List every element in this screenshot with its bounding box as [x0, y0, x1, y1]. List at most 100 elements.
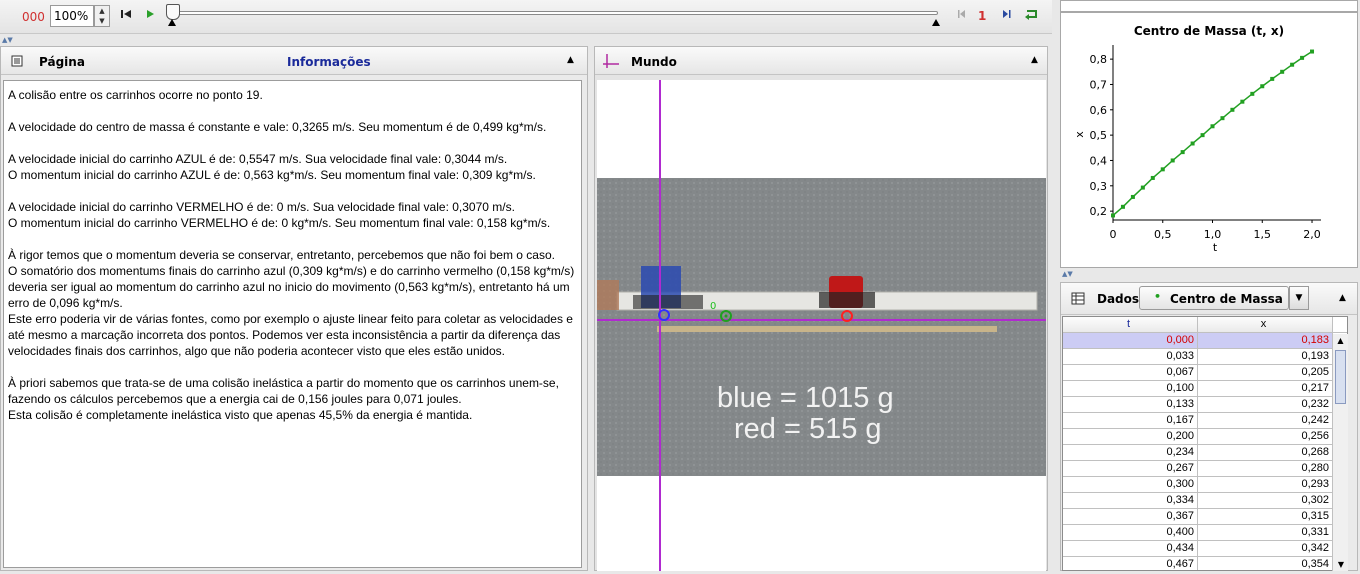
table-body: 0,000 0,183 0,033 0,193 0,067 0,205 0,100 0,217…	[1063, 333, 1347, 570]
table-row[interactable]: 0,067 0,205	[1063, 365, 1347, 381]
column-header-x[interactable]: x	[1198, 317, 1333, 332]
start-marker-icon[interactable]	[168, 19, 176, 26]
y-tick-label: 0,8	[1090, 53, 1108, 66]
cell-t: 0,000	[1063, 333, 1198, 348]
cell-x: 0,293	[1198, 477, 1333, 492]
table-row[interactable]: 0,334 0,302	[1063, 493, 1347, 509]
dropdown-arrow-icon[interactable]: ▼	[1289, 286, 1309, 310]
table-row[interactable]: 0,367 0,315	[1063, 509, 1347, 525]
rewind-icon	[121, 10, 131, 18]
table-row[interactable]: 0,167 0,242	[1063, 413, 1347, 429]
table-row[interactable]: 0,467 0,354	[1063, 557, 1347, 570]
cell-t: 0,300	[1063, 477, 1198, 492]
data-point	[1290, 62, 1295, 67]
y-tick-label: 0,3	[1090, 180, 1108, 193]
cell-x: 0,342	[1198, 541, 1333, 556]
data-point	[1230, 107, 1235, 112]
video-slider-thumb[interactable]	[166, 4, 180, 20]
data-point	[1310, 49, 1315, 54]
zoom-field[interactable]: 100%	[50, 5, 94, 27]
data-point	[1210, 124, 1215, 129]
series-line	[1112, 50, 1313, 217]
data-point	[1150, 175, 1155, 180]
cell-x: 0,205	[1198, 365, 1333, 380]
table-row[interactable]: 0,300 0,293	[1063, 477, 1347, 493]
table-row[interactable]: 0,400 0,331	[1063, 525, 1347, 541]
video-canvas[interactable]: 0 blue = 1015 g red = 515 g	[597, 80, 1046, 571]
table-row[interactable]: 0,200 0,256	[1063, 429, 1347, 445]
table-row[interactable]: 0,267 0,280	[1063, 461, 1347, 477]
loop-button[interactable]	[1024, 8, 1040, 24]
video-text-blue: blue = 1015 g	[717, 382, 894, 414]
end-marker-icon[interactable]	[932, 19, 940, 26]
chart-panel[interactable]: Centro de Massa (t, x) 0 0,5 1,0 1,5 2,0 0,2 0,…	[1060, 12, 1358, 268]
cell-t: 0,033	[1063, 349, 1198, 364]
step-back-button[interactable]	[954, 8, 970, 24]
spinner-down-icon[interactable]: ▼	[95, 16, 109, 26]
marker-label: 0	[710, 301, 716, 312]
table-row[interactable]: 0,234 0,268	[1063, 445, 1347, 461]
x-axis-label: t	[1213, 241, 1218, 254]
chart-canvas[interactable]: Centro de Massa (t, x) 0 0,5 1,0 1,5 2,0 0,2 0,…	[1061, 13, 1357, 267]
split-arrows[interactable]: ▲▼	[1060, 270, 1358, 278]
table-row[interactable]: 0,133 0,232	[1063, 397, 1347, 413]
track-dropdown[interactable]: • Centro de Massa	[1139, 286, 1289, 310]
table-row[interactable]: 0,033 0,193	[1063, 349, 1347, 365]
y-tick-label: 0,7	[1090, 78, 1108, 91]
cell-t: 0,434	[1063, 541, 1198, 556]
spinner-up-icon[interactable]: ▲	[95, 6, 109, 16]
step-back-icon	[958, 10, 965, 18]
data-point	[1270, 76, 1275, 81]
play-button[interactable]	[142, 8, 158, 24]
table-scrollbar[interactable]: ▲ ▼	[1332, 334, 1348, 571]
cell-t: 0,334	[1063, 493, 1198, 508]
y-axis-label: x	[1073, 131, 1086, 138]
cell-x: 0,232	[1198, 397, 1333, 412]
data-table[interactable]: t x 0,000 0,183 0,033 0,193 0,067 0,205 0,100 0…	[1062, 316, 1348, 571]
table-row[interactable]: 0,000 0,183	[1063, 333, 1347, 349]
info-paragraph: Esta colisão é completamente inelástica …	[8, 408, 473, 422]
tab-informacoes[interactable]: Informações	[287, 55, 371, 69]
data-point	[1111, 213, 1115, 218]
info-paragraph: A colisão entre os carrinhos ocorre no p…	[8, 88, 263, 102]
step-size[interactable]: 1	[978, 9, 986, 23]
y-tick-label: 0,5	[1090, 129, 1108, 142]
data-point	[1160, 167, 1165, 172]
zoom-spinner[interactable]: ▲ ▼	[94, 5, 110, 27]
track-dot-icon: •	[1154, 290, 1162, 303]
table-row[interactable]: 0,100 0,217	[1063, 381, 1347, 397]
x-tick-label: 2,0	[1303, 228, 1321, 241]
collapse-icon[interactable]: ▲	[1031, 55, 1038, 65]
cell-x: 0,217	[1198, 381, 1333, 396]
rewind-button[interactable]	[118, 8, 134, 24]
data-point	[1220, 116, 1225, 121]
world-panel-title: Mundo	[631, 55, 677, 69]
video-slider-track[interactable]	[172, 11, 938, 15]
cell-x: 0,354	[1198, 557, 1333, 570]
track-dropdown-value: Centro de Massa	[1170, 292, 1283, 306]
split-arrows[interactable]	[594, 36, 1048, 44]
ruler	[657, 326, 997, 332]
info-paragraph: À rigor temos que o momentum deveria se …	[8, 248, 555, 262]
scroll-thumb[interactable]	[1335, 350, 1346, 404]
info-text-area[interactable]: A colisão entre os carrinhos ocorre no p…	[3, 80, 582, 568]
info-paragraph: À priori sabemos que trata-se de uma col…	[8, 376, 559, 406]
world-panel-header: Mundo ▲	[595, 47, 1047, 75]
world-view[interactable]: 0 blue = 1015 g red = 515 g	[597, 80, 1046, 571]
step-forward-button[interactable]	[998, 8, 1014, 24]
info-paragraph: deveria ser igual ao momentum do carrinh…	[8, 280, 570, 310]
y-tick-label: 0,2	[1090, 205, 1108, 218]
x-tick-label: 0,5	[1154, 228, 1172, 241]
collapse-icon[interactable]: ▲	[1339, 293, 1346, 303]
cell-x: 0,183	[1198, 333, 1333, 348]
data-point	[1250, 91, 1255, 96]
collapse-icon[interactable]: ▲	[567, 55, 574, 65]
table-header: t x	[1063, 317, 1347, 333]
scroll-down-icon[interactable]: ▼	[1333, 560, 1349, 569]
scroll-up-icon[interactable]: ▲	[1333, 334, 1348, 348]
split-arrows[interactable]: ▲▼	[0, 36, 588, 44]
cell-x: 0,302	[1198, 493, 1333, 508]
y-tick-label: 0,4	[1090, 154, 1108, 167]
table-row[interactable]: 0,434 0,342	[1063, 541, 1347, 557]
column-header-t[interactable]: t	[1063, 317, 1198, 332]
